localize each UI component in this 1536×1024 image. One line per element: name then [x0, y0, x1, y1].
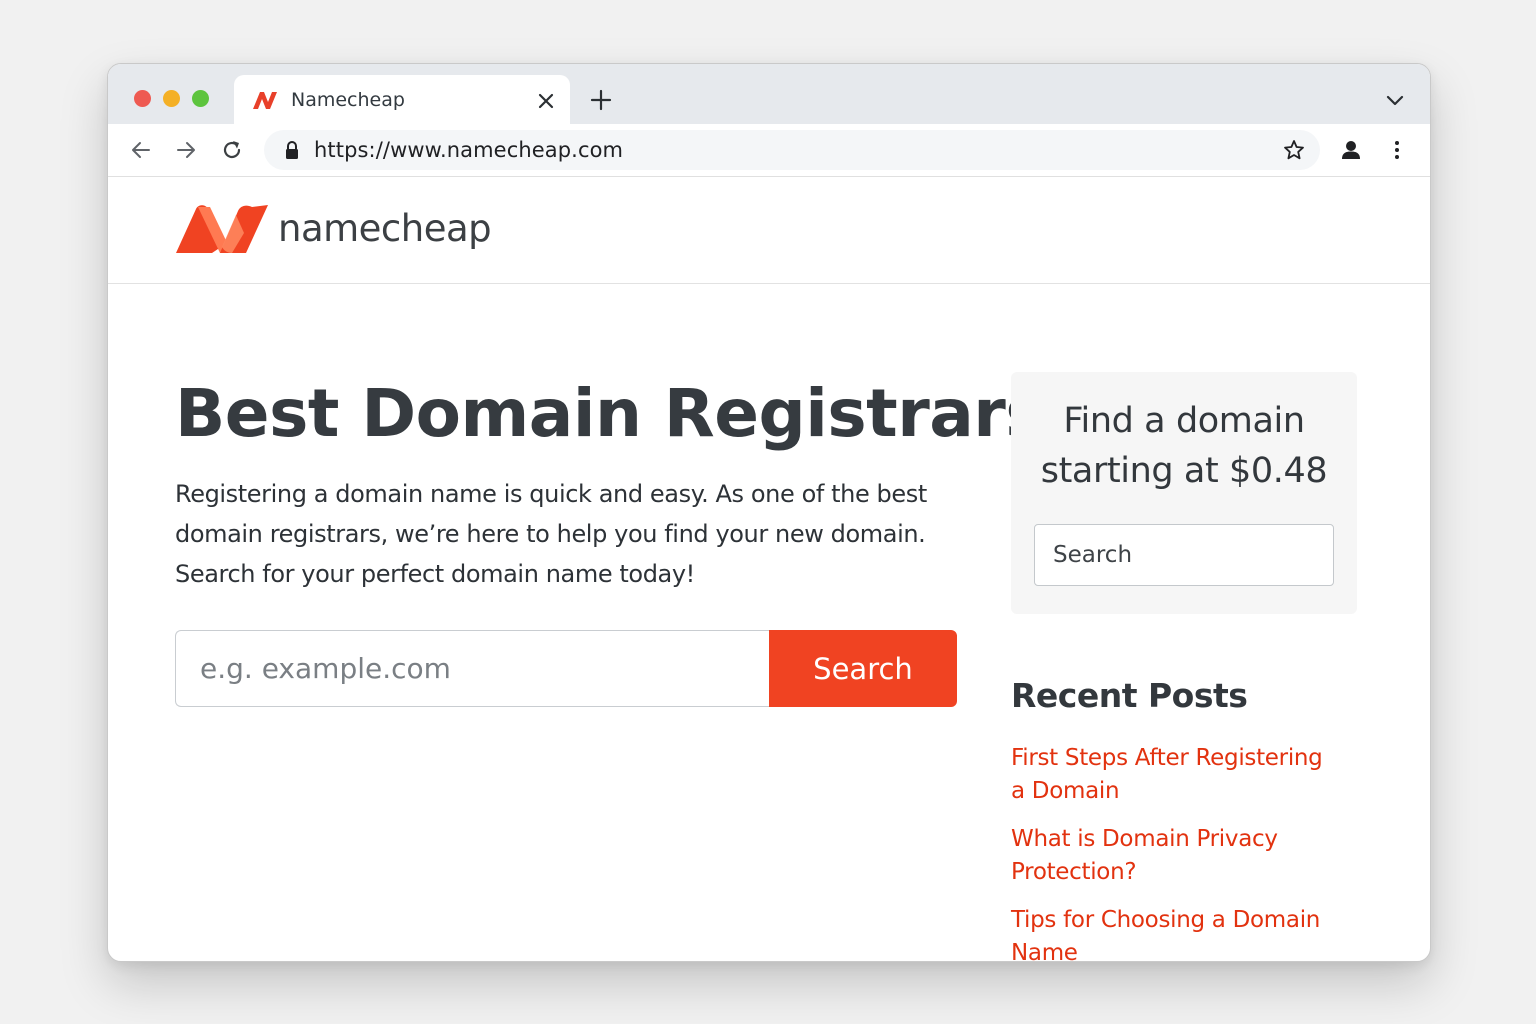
maximize-window-button[interactable]: [192, 90, 209, 107]
browser-tab-active[interactable]: Namecheap: [234, 75, 570, 125]
domain-search-button[interactable]: Search: [769, 630, 957, 707]
site-header: namecheap: [108, 177, 1430, 284]
tab-title: Namecheap: [291, 89, 405, 111]
browser-toolbar: https://www.namecheap.com: [108, 124, 1430, 177]
list-item: First Steps After Registering a Domain: [1011, 742, 1341, 808]
sidebar-search-input[interactable]: [1034, 524, 1334, 586]
recent-posts-list: First Steps After Registering a Domain W…: [1011, 742, 1341, 961]
url-text: https://www.namecheap.com: [314, 138, 624, 162]
recent-post-link[interactable]: Tips for Choosing a Domain Name: [1011, 907, 1320, 961]
arrow-right-icon[interactable]: [173, 137, 199, 163]
hero-description: Registering a domain name is quick and e…: [175, 480, 927, 588]
domain-search-input[interactable]: [175, 630, 769, 707]
browser-window: Namecheap https://www.namecheap.com name…: [107, 63, 1431, 962]
arrow-left-icon[interactable]: [128, 137, 154, 163]
list-item: What is Domain Privacy Protection?: [1011, 823, 1341, 889]
page-title: Best Domain Registrars: [175, 375, 1045, 452]
recent-post-link[interactable]: First Steps After Registering a Domain: [1011, 745, 1323, 804]
reload-icon[interactable]: [219, 137, 245, 163]
logo-wordmark[interactable]: namecheap: [278, 207, 492, 250]
recent-posts-title: Recent Posts: [1011, 676, 1248, 715]
close-icon[interactable]: [536, 91, 556, 111]
tab-strip: Namecheap: [108, 64, 1430, 125]
new-tab-plus-icon[interactable]: [589, 88, 613, 112]
minimize-window-button[interactable]: [163, 90, 180, 107]
namecheap-logo-icon[interactable]: [174, 203, 270, 255]
address-bar[interactable]: https://www.namecheap.com: [264, 130, 1320, 170]
kebab-menu-icon[interactable]: [1384, 137, 1410, 163]
close-window-button[interactable]: [134, 90, 151, 107]
recent-post-link[interactable]: What is Domain Privacy Protection?: [1011, 826, 1278, 885]
find-domain-title: Find a domain starting at $0.48: [1040, 401, 1328, 491]
lock-icon: [283, 140, 301, 160]
list-item: Tips for Choosing a Domain Name: [1011, 904, 1341, 961]
find-domain-widget: Find a domain starting at $0.48: [1011, 372, 1357, 614]
namecheap-favicon-icon: [251, 89, 279, 111]
person-icon[interactable]: [1338, 137, 1364, 163]
chevron-down-icon[interactable]: [1383, 90, 1407, 110]
star-icon[interactable]: [1282, 138, 1306, 162]
